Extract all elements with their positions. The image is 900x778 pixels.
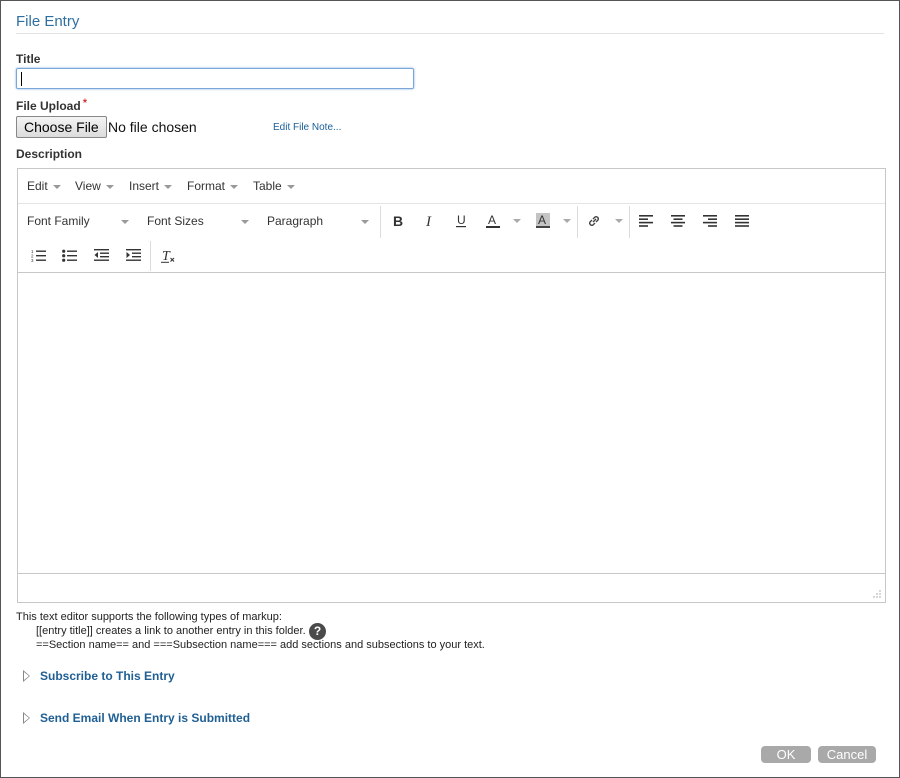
font-sizes-label: Font Sizes — [147, 214, 204, 228]
underline-button[interactable]: U — [450, 211, 472, 231]
chevron-down-icon — [361, 220, 369, 224]
send-email-section-toggle[interactable]: Send Email When Entry is Submitted — [23, 711, 250, 725]
underline-icon: U — [456, 214, 466, 228]
bullet-list-icon — [61, 249, 77, 262]
send-email-section-label: Send Email When Entry is Submitted — [40, 711, 251, 725]
background-color-icon: A — [536, 213, 550, 228]
markup-help-intro: This text editor supports the following … — [16, 611, 282, 623]
menu-insert[interactable]: Insert — [129, 179, 173, 193]
chevron-down-icon — [286, 184, 295, 189]
chevron-down-icon — [52, 184, 61, 189]
align-left-icon — [639, 215, 653, 227]
svg-text:B: B — [393, 214, 403, 228]
text-color-icon: A — [486, 213, 500, 228]
outdent-button[interactable] — [90, 245, 112, 265]
italic-icon: I — [425, 214, 432, 228]
description-label: Description — [16, 147, 83, 161]
no-file-chosen-text: No file chosen — [108, 119, 197, 135]
expand-triangle-icon — [23, 712, 30, 724]
outdent-icon — [93, 249, 109, 261]
align-right-button[interactable] — [699, 211, 721, 231]
align-center-button[interactable] — [667, 211, 689, 231]
text-color-dropdown[interactable] — [513, 219, 521, 223]
text-color-button[interactable]: A — [482, 211, 504, 231]
toolbar-separator — [150, 241, 151, 271]
expand-triangle-icon — [23, 670, 30, 682]
font-family-select[interactable]: Font Family — [27, 214, 132, 228]
menu-view-label: View — [75, 179, 101, 193]
indent-button[interactable] — [122, 245, 144, 265]
link-dropdown[interactable] — [615, 219, 623, 223]
editor-toolbar: Font Family Font Sizes Paragraph B I U A… — [18, 204, 885, 273]
link-button[interactable] — [583, 211, 605, 231]
numbered-list-button[interactable]: 123 — [27, 245, 49, 265]
menu-edit-label: Edit — [27, 179, 48, 193]
link-icon — [589, 216, 599, 226]
chevron-down-icon — [241, 220, 249, 224]
paragraph-label: Paragraph — [267, 214, 324, 228]
paragraph-select[interactable]: Paragraph — [267, 214, 372, 228]
required-mark: * — [82, 96, 88, 110]
numbered-list-icon: 123 — [31, 249, 46, 262]
italic-button[interactable]: I — [418, 211, 440, 231]
toolbar-separator — [380, 206, 381, 238]
rich-text-editor: Edit View Insert Format Table Font Famil… — [17, 168, 886, 603]
justify-icon — [735, 215, 749, 227]
subscribe-section-label: Subscribe to This Entry — [40, 669, 175, 683]
editor-menubar: Edit View Insert Format Table — [18, 169, 885, 204]
background-color-button[interactable]: A — [532, 211, 554, 231]
menu-format[interactable]: Format — [187, 179, 239, 193]
svg-text:3: 3 — [31, 258, 34, 262]
file-upload-label-text: File Upload — [16, 99, 81, 113]
bold-icon: B — [393, 214, 403, 228]
page-title: File Entry — [16, 13, 80, 30]
svg-text:T: T — [162, 249, 171, 263]
menu-format-label: Format — [187, 179, 226, 193]
svg-text:A: A — [488, 213, 496, 227]
svg-text:I: I — [425, 214, 432, 228]
toolbar-separator — [629, 206, 630, 238]
menu-table-label: Table — [253, 179, 282, 193]
markup-help-section-syntax: ==Section name== and ===Subsection name=… — [36, 639, 485, 651]
chevron-down-icon — [230, 184, 239, 189]
indent-icon — [125, 249, 141, 261]
resize-handle-icon[interactable] — [873, 590, 881, 598]
ok-button[interactable]: OK — [761, 746, 811, 763]
menu-edit[interactable]: Edit — [27, 179, 61, 193]
bullet-list-button[interactable] — [58, 245, 80, 265]
menu-table[interactable]: Table — [253, 179, 295, 193]
title-input[interactable] — [16, 68, 414, 89]
font-family-label: Font Family — [27, 214, 90, 228]
choose-file-button[interactable]: Choose File — [16, 116, 107, 138]
cancel-button[interactable]: Cancel — [818, 746, 876, 763]
justify-button[interactable] — [731, 211, 753, 231]
edit-file-note-link[interactable]: Edit File Note... — [273, 122, 341, 133]
chevron-down-icon — [121, 220, 129, 224]
align-right-icon — [703, 215, 717, 227]
menu-view[interactable]: View — [75, 179, 114, 193]
bold-button[interactable]: B — [386, 211, 408, 231]
file-upload-label: File Upload * — [16, 96, 88, 113]
toolbar-separator — [577, 206, 578, 238]
text-cursor — [21, 72, 22, 86]
title-label: Title — [16, 52, 41, 66]
svg-text:U: U — [457, 214, 466, 227]
clear-formatting-button[interactable]: T — [157, 245, 179, 265]
menu-insert-label: Insert — [129, 179, 160, 193]
align-left-button[interactable] — [635, 211, 657, 231]
help-icon[interactable]: ? — [309, 623, 326, 640]
subscribe-section-toggle[interactable]: Subscribe to This Entry — [23, 669, 175, 683]
editor-content-area[interactable] — [18, 273, 885, 573]
file-entry-dialog: File Entry Title File Upload * Choose Fil… — [0, 0, 900, 778]
title-divider — [16, 33, 884, 34]
background-color-dropdown[interactable] — [563, 219, 571, 223]
editor-statusbar — [18, 573, 885, 602]
font-sizes-select[interactable]: Font Sizes — [147, 214, 252, 228]
align-center-icon — [671, 215, 685, 227]
clear-formatting-icon: T — [160, 249, 174, 263]
chevron-down-icon — [105, 184, 114, 189]
markup-help-link-syntax: [[entry title]] creates a link to anothe… — [36, 625, 306, 637]
svg-text:A: A — [538, 213, 546, 227]
chevron-down-icon — [164, 184, 173, 189]
